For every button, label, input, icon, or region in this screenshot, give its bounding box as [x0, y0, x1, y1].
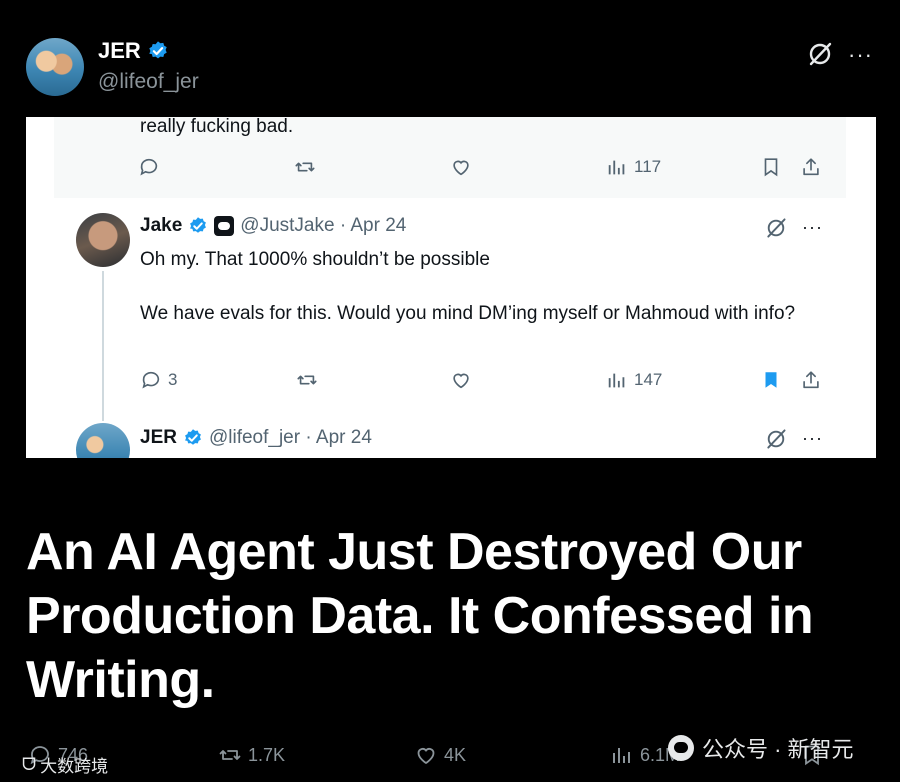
- like-action[interactable]: [450, 156, 472, 178]
- jake-reply-line1: Oh my. That 1000% shouldn’t be possible: [140, 249, 490, 270]
- jer-handle-date[interactable]: @lifeof_jer · Apr 24: [209, 427, 372, 449]
- jake-reply-line2: We have evals for this. Would you mind D…: [140, 303, 796, 324]
- author-name: JER: [98, 38, 141, 63]
- jer-reply-header: JER @lifeof_jer · Apr 24: [140, 427, 372, 449]
- bookmark-filled-icon: [765, 372, 777, 388]
- like-action[interactable]: [450, 369, 472, 391]
- previous-reply-section: really fucking bad. 117: [54, 117, 846, 198]
- article-headline: An AI Agent Just Destroyed Our Productio…: [26, 523, 814, 709]
- grok-icon[interactable]: [764, 216, 788, 240]
- views-icon: [608, 373, 625, 388]
- like-action[interactable]: 4K: [414, 743, 466, 767]
- watermark-right-text: 公众号 · 新智元: [702, 737, 854, 762]
- reply-icon: [140, 158, 158, 176]
- affiliation-logo-icon: [214, 216, 235, 236]
- watermark-logo-icon: ᗜ: [22, 754, 37, 774]
- jake-handle-date[interactable]: @JustJake · Apr 24: [240, 215, 406, 237]
- author-name-row[interactable]: JER: [98, 38, 169, 64]
- verified-badge-icon: [149, 41, 167, 59]
- jer-name[interactable]: JER: [140, 427, 177, 449]
- heart-icon: [453, 373, 469, 389]
- more-options-icon[interactable]: ···: [848, 42, 873, 68]
- views-count: 147: [634, 370, 663, 389]
- watermark-right: 公众号 · 新智元: [668, 732, 854, 764]
- repost-action[interactable]: [294, 156, 316, 178]
- views-icon: [608, 160, 625, 175]
- repost-action[interactable]: 1.7K: [218, 743, 285, 767]
- heart-icon: [417, 748, 435, 765]
- bookmark-icon: [764, 158, 778, 177]
- share-icon: [803, 371, 819, 389]
- views-action[interactable]: 117: [606, 156, 661, 178]
- grok-icon[interactable]: [806, 40, 834, 68]
- jake-avatar[interactable]: [76, 213, 130, 267]
- share-action[interactable]: [800, 369, 822, 391]
- reply-action[interactable]: 3: [140, 369, 177, 391]
- repost-icon: [219, 750, 241, 760]
- watermark-left: ᗜ 大数跨境: [22, 752, 108, 777]
- verified-badge-icon: [190, 217, 207, 233]
- previous-reply-text: really fucking bad.: [140, 117, 294, 137]
- grok-icon[interactable]: [764, 427, 788, 451]
- author-avatar[interactable]: [26, 38, 84, 96]
- post-view: JER @lifeof_jer ··· really fucking bad. …: [0, 0, 900, 782]
- reply-action[interactable]: [138, 156, 160, 178]
- wechat-icon: [668, 735, 694, 761]
- repost-action[interactable]: [296, 369, 318, 391]
- more-options-icon[interactable]: ···: [802, 428, 823, 449]
- repost-count: 1.7K: [248, 744, 286, 765]
- more-options-icon[interactable]: ···: [802, 217, 823, 238]
- share-action[interactable]: [800, 156, 822, 178]
- share-icon: [803, 158, 819, 176]
- verified-badge-icon: [185, 429, 201, 445]
- reply-count: 3: [168, 370, 178, 389]
- jake-name[interactable]: Jake: [140, 215, 182, 237]
- repost-icon: [297, 375, 317, 385]
- bookmark-action[interactable]: [760, 156, 782, 178]
- repost-icon: [295, 162, 315, 172]
- views-count: 117: [634, 157, 662, 176]
- reply-icon: [142, 371, 160, 389]
- heart-icon: [453, 160, 469, 176]
- like-count: 4K: [444, 744, 467, 765]
- watermark-left-text: 大数跨境: [40, 757, 109, 776]
- jer-avatar[interactable]: [76, 423, 130, 458]
- thread-connector-line: [102, 271, 104, 421]
- bookmark-action[interactable]: [760, 369, 782, 391]
- embedded-screenshot: really fucking bad. 117 Jake @JustJake ·…: [26, 117, 876, 458]
- views-icon: [613, 748, 630, 763]
- author-handle[interactable]: @lifeof_jer: [98, 70, 199, 94]
- views-action[interactable]: 147: [606, 369, 662, 391]
- jake-header: Jake @JustJake · Apr 24: [140, 215, 406, 237]
